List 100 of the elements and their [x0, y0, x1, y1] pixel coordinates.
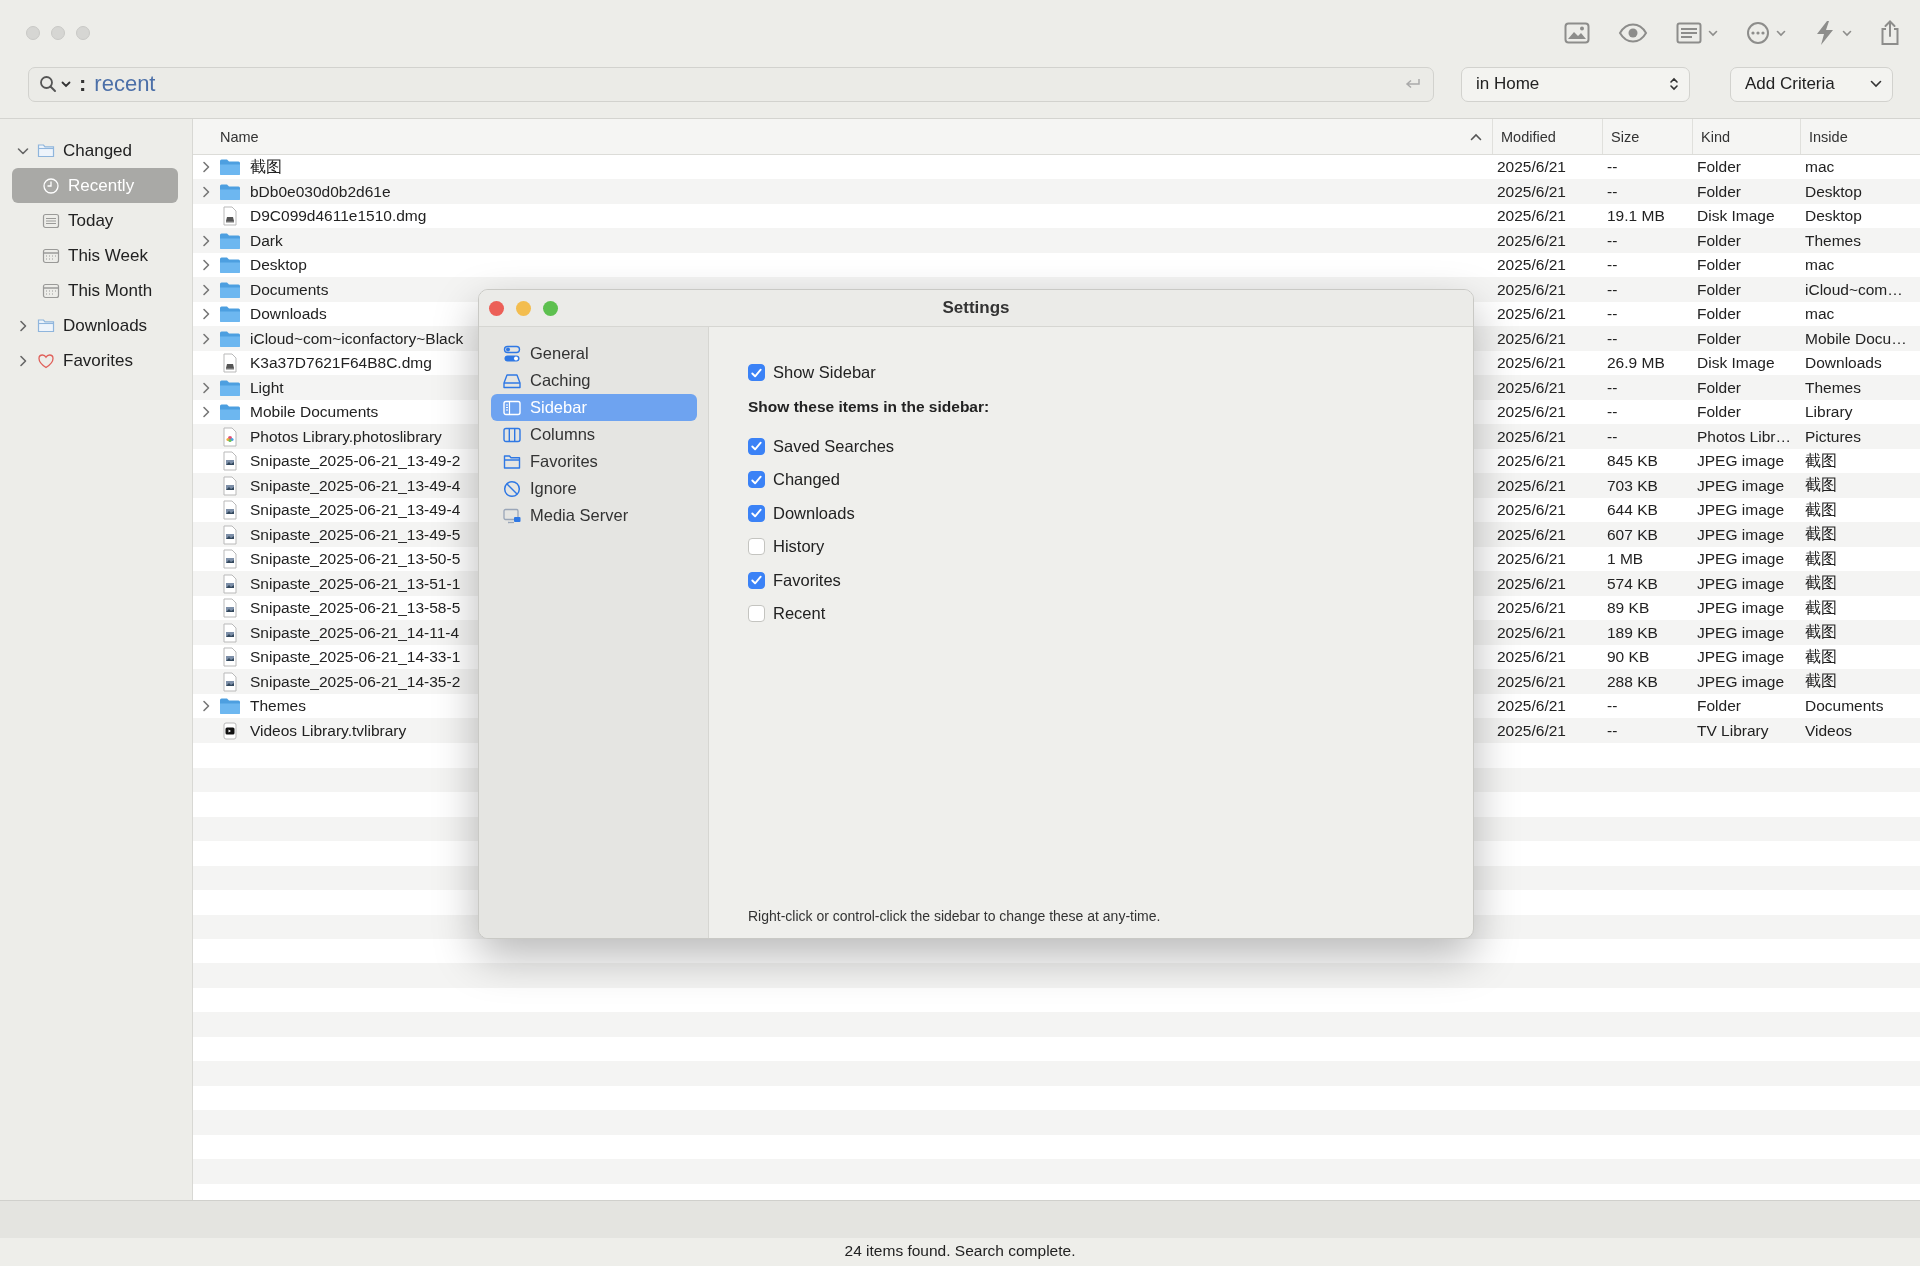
settings-nav-item[interactable]: General	[491, 340, 697, 367]
table-cell-text: 2025/6/21	[1496, 403, 1567, 422]
settings-nav-item[interactable]: Media Server	[491, 502, 697, 529]
image-file-icon	[222, 475, 238, 496]
calendar-icon	[42, 281, 60, 300]
list-icon[interactable]	[1676, 22, 1702, 44]
table-cell-text: 2025/6/21	[1496, 256, 1567, 275]
folder-icon	[37, 141, 55, 160]
saved-search-item[interactable]: Favorites	[31, 343, 178, 378]
table-cell: Snipaste_2025-06-21_13-49-4	[250, 501, 461, 520]
chevron-icon[interactable]	[19, 354, 27, 367]
table-cell-text: JPEG image	[1696, 476, 1785, 495]
table-cell: bDb0e030d0b2d61e	[250, 182, 391, 201]
chevron-icon[interactable]	[202, 161, 210, 174]
checkbox[interactable]	[748, 504, 765, 522]
close-button[interactable]	[489, 300, 504, 316]
table-cell-text: 2025/6/21	[1496, 280, 1567, 299]
chevron-icon[interactable]	[202, 700, 210, 713]
table-cell-text: Themes	[1804, 231, 1862, 250]
settings-nav-item[interactable]: Favorites	[491, 448, 697, 475]
table-cell-text: 2025/6/21	[1496, 452, 1567, 471]
checkbox[interactable]	[748, 605, 765, 623]
column-header[interactable]: Size	[1602, 119, 1692, 154]
table-cell: Downloads	[250, 305, 327, 324]
chevron-icon[interactable]	[202, 406, 210, 419]
settings-nav-item[interactable]: Columns	[491, 421, 697, 448]
table-cell-text: --	[1606, 403, 1619, 422]
column-header[interactable]: Modified	[1492, 119, 1602, 154]
search-input[interactable]: recent	[94, 71, 1401, 97]
bolt-icon[interactable]	[1814, 20, 1836, 46]
table-cell-text: 截图	[1804, 671, 1838, 692]
table-cell-text: --	[1606, 427, 1619, 446]
table-cell-text: --	[1606, 305, 1619, 324]
chevron-icon[interactable]	[202, 283, 210, 296]
checkbox-label: Saved Searches	[773, 436, 895, 456]
saved-search-item[interactable]: Today	[12, 203, 178, 238]
sort-ascending-icon[interactable]	[1470, 132, 1482, 141]
table-cell: Videos Library.tvlibrary	[250, 721, 407, 740]
checkbox[interactable]	[748, 437, 765, 455]
table-cell: K3a37D7621F64B8C.dmg	[250, 354, 432, 373]
table-cell-text: iCloud~com…	[1804, 280, 1904, 299]
saved-search-item[interactable]: Downloads	[31, 308, 178, 343]
table-cell: Snipaste_2025-06-21_14-33-1	[250, 648, 461, 667]
search-field[interactable]: : recent	[28, 66, 1434, 102]
chevron-icon[interactable]	[202, 308, 210, 321]
table-cell-text: 2025/6/21	[1496, 623, 1567, 642]
chevron-icon[interactable]	[202, 234, 210, 247]
table-cell-text: 截图	[1804, 524, 1838, 545]
search-icon[interactable]	[39, 75, 57, 93]
checkbox-label: Changed	[773, 470, 840, 490]
table-cell-text: 845 KB	[1606, 452, 1659, 471]
saved-search-item[interactable]: This Month	[12, 273, 178, 308]
table-cell-text: JPEG image	[1696, 648, 1785, 667]
image-file-icon	[222, 451, 238, 472]
zoom-button[interactable]	[543, 300, 558, 316]
table-cell: D9C099d4611e1510.dmg	[250, 207, 427, 226]
table-cell-text: 2025/6/21	[1496, 158, 1567, 177]
folder-icon	[219, 182, 241, 201]
column-header[interactable]: Inside	[1800, 119, 1920, 154]
saved-search-item[interactable]: This Week	[12, 238, 178, 273]
share-icon[interactable]	[1880, 20, 1900, 46]
column-header[interactable]: Kind	[1692, 119, 1800, 154]
table-cell-text: --	[1606, 256, 1619, 275]
table-cell-text: Folder	[1696, 280, 1742, 299]
checkbox[interactable]	[748, 538, 765, 556]
checkbox[interactable]	[748, 364, 765, 382]
caret-icon[interactable]	[61, 80, 71, 88]
chevron-icon[interactable]	[19, 319, 27, 332]
more-icon[interactable]	[1746, 21, 1770, 45]
table-cell-text: JPEG image	[1696, 501, 1785, 520]
table-cell-text: 19.1 MB	[1606, 207, 1666, 226]
chevron-icon[interactable]	[202, 259, 210, 272]
chevron-icon[interactable]	[202, 185, 210, 198]
chevron-icon[interactable]	[202, 332, 210, 345]
monitor-icon	[503, 506, 521, 525]
folder-icon	[219, 256, 241, 275]
chevron-icon[interactable]	[202, 381, 210, 394]
add-criteria-popup[interactable]: Add Criteria	[1730, 66, 1893, 102]
table-cell-text: 2025/6/21	[1496, 550, 1567, 569]
image-file-icon	[222, 524, 238, 545]
folder-icon	[219, 697, 241, 716]
table-cell-text: Library	[1804, 403, 1854, 422]
settings-nav-item[interactable]: Caching	[491, 367, 697, 394]
table-cell-text: JPEG image	[1696, 525, 1785, 544]
settings-nav-item[interactable]: Ignore	[491, 475, 697, 502]
table-cell: Snipaste_2025-06-21_13-58-5	[250, 599, 461, 618]
table-cell-text: 2025/6/21	[1496, 305, 1567, 324]
scope-popup[interactable]: in Home	[1461, 66, 1690, 102]
eye-icon[interactable]	[1618, 23, 1648, 43]
chevron-icon[interactable]	[17, 146, 29, 155]
checkbox[interactable]	[748, 571, 765, 589]
table-cell-text: 89 KB	[1606, 599, 1651, 618]
table-cell-text: JPEG image	[1696, 672, 1785, 691]
saved-search-item[interactable]: Changed	[31, 133, 178, 168]
table-cell-text: Folder	[1696, 182, 1742, 201]
checkbox[interactable]	[748, 471, 765, 489]
table-cell-text: 2025/6/21	[1496, 354, 1567, 373]
table-cell-text: 644 KB	[1606, 501, 1659, 520]
column-header[interactable]: Name	[193, 119, 1492, 154]
image-icon[interactable]	[1564, 22, 1590, 44]
